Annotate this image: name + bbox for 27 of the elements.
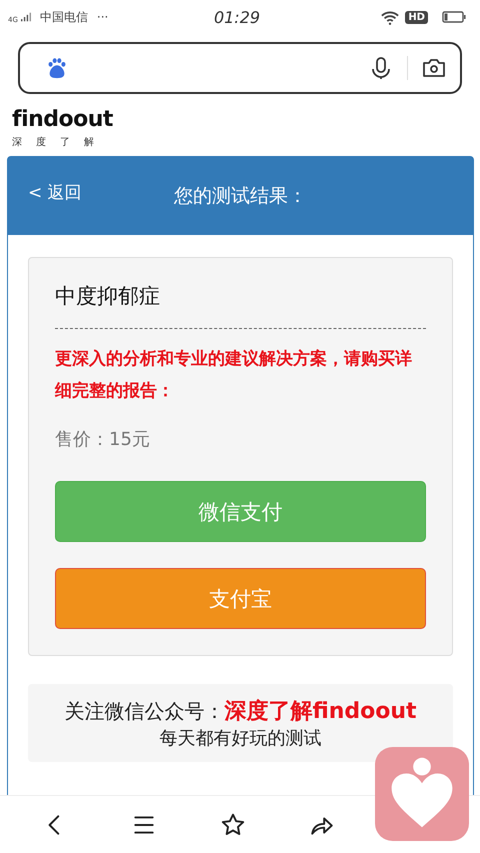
logo-tagline: 了 — [60, 136, 70, 149]
test-result-title: 中度抑郁症 — [55, 283, 161, 310]
wifi-icon — [381, 10, 400, 24]
logo-tagline: 度 — [36, 136, 46, 149]
logo-wordmark: findoout — [12, 108, 113, 132]
signal-icon — [20, 12, 31, 22]
search-field[interactable] — [18, 42, 462, 94]
clock-time: 01:29 — [214, 8, 260, 26]
logo-tagline: 深 — [12, 136, 22, 149]
wechat-pay-button[interactable]: 微信支付 — [55, 481, 426, 542]
battery-icon — [442, 11, 466, 23]
microphone-icon[interactable] — [369, 56, 393, 80]
more-label: ··· — [96, 10, 108, 24]
star-icon[interactable] — [220, 812, 246, 838]
hd-badge: HD — [405, 10, 428, 24]
logo-tagline: 解 — [84, 136, 94, 149]
purchase-notice: 更深入的分析和专业的建议解决方案，请购买详细完整的报告： — [55, 348, 413, 403]
carrier-name: 中国电信 — [40, 8, 88, 26]
paw-icon[interactable] — [46, 57, 68, 79]
price-label: 售价：15元 — [55, 428, 151, 451]
camera-icon[interactable] — [422, 56, 446, 80]
follow-label: 关注微信公众号： — [64, 698, 224, 725]
back-link[interactable]: < 返回 — [28, 180, 82, 204]
alipay-button[interactable]: 支付宝 — [55, 568, 426, 629]
page-title: 您的测试结果： — [174, 184, 307, 209]
account-name: 深度了解findoout — [224, 698, 417, 726]
slogan-text: 每天都有好玩的测试 — [160, 727, 322, 750]
